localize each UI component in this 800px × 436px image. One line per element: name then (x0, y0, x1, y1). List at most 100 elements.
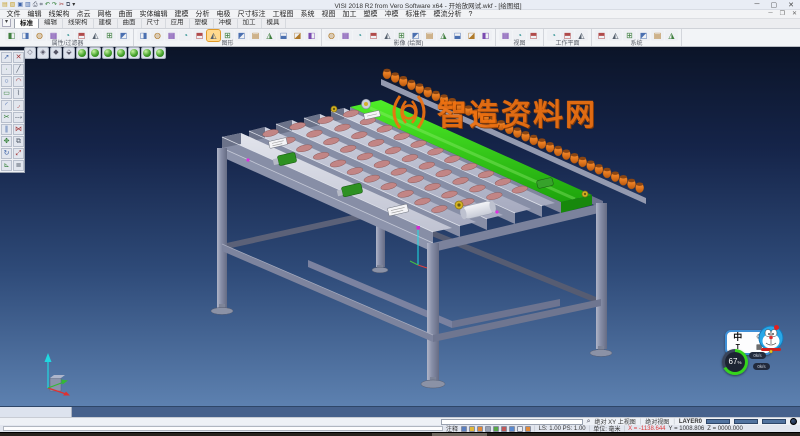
extend-tool-icon[interactable]: ⤏ (13, 112, 24, 123)
tab-标准[interactable]: 标准 (14, 18, 39, 28)
wireframe-mode-icon[interactable]: ◍ (325, 30, 338, 41)
rotate-tool-icon[interactable]: ↻ (1, 148, 12, 159)
regen-icon[interactable]: ◍ (151, 30, 164, 41)
tab-尺寸[interactable]: 尺寸 (142, 18, 166, 28)
workplane-3points-icon[interactable]: ◭ (575, 30, 588, 41)
shaded-edge-view-icon[interactable]: ⬙ (63, 47, 75, 59)
redraw-icon[interactable]: ◨ (137, 30, 150, 41)
new-file-icon[interactable]: ▤ (2, 1, 8, 9)
mirror-tool-icon[interactable]: ⋈ (13, 124, 24, 135)
point-tool-icon[interactable]: · (1, 64, 12, 75)
select-tool-icon[interactable]: ➚ (1, 52, 12, 63)
lineweight-icon[interactable] (517, 426, 523, 432)
shaded-mode-icon[interactable]: ◔ (353, 30, 366, 41)
top-view-icon[interactable] (141, 47, 153, 59)
line-tool-icon[interactable]: ╱ (13, 64, 24, 75)
snap-setting-icon[interactable] (461, 426, 467, 432)
polyline-tool-icon[interactable]: ⌇ (13, 88, 24, 99)
rect-tool-icon[interactable]: ▭ (1, 88, 12, 99)
color-filter-icon[interactable]: ◍ (33, 30, 46, 41)
previous-view-icon[interactable]: ▤ (249, 30, 262, 41)
filter-off-icon[interactable]: ◩ (117, 30, 130, 41)
nav-ball-icon[interactable] (790, 418, 797, 425)
right-view-icon[interactable] (128, 47, 140, 59)
saved-views-icon[interactable]: ◔ (513, 30, 526, 41)
tab-加工[interactable]: 加工 (238, 18, 262, 28)
attribute-paint-icon[interactable]: ◧ (5, 30, 18, 41)
bottom-view-icon[interactable] (154, 47, 166, 59)
viewport-3d[interactable]: ◇◈◆⬙ ➚✕·╱○◠▭⌇◜◞✂⤏∥⋈✥⧉↻⤢⊾≣ 智造资料网 中 ☾ T ▦ (0, 47, 800, 406)
menu-item-加工[interactable]: 加工 (339, 10, 360, 19)
close-button[interactable]: ✕ (788, 1, 794, 9)
tab-编辑[interactable]: 编辑 (39, 18, 63, 28)
copy-tool-icon[interactable]: ⧉ (13, 136, 24, 147)
offset-tool-icon[interactable]: ∥ (1, 124, 12, 135)
command-input[interactable] (3, 426, 443, 431)
tab-应用[interactable]: 应用 (166, 18, 190, 28)
osnap-setting-icon[interactable] (493, 426, 499, 432)
wireframe-view-icon[interactable]: ◇ (24, 47, 36, 59)
save-all-icon[interactable]: ▥ (25, 1, 31, 9)
customize-qat-icon[interactable]: ▾ (72, 1, 75, 9)
print-image-icon[interactable]: ◧ (479, 30, 492, 41)
menu-item-视图[interactable]: 视图 (318, 10, 339, 19)
taskbar-strip[interactable] (0, 432, 800, 436)
clip-plane-icon[interactable]: ◧ (305, 30, 318, 41)
plugin-manager-icon[interactable]: ⊞ (623, 30, 636, 41)
measure-tool-icon[interactable]: ⊾ (1, 160, 12, 171)
layer-color-swatch[interactable] (734, 419, 758, 424)
snapshot-icon[interactable]: ◪ (465, 30, 478, 41)
search-icon[interactable]: ⌕ (587, 418, 591, 425)
layer-color-swatch[interactable] (706, 419, 730, 424)
tab-建模[interactable]: 建模 (94, 18, 118, 28)
conveyor-table-3d-model[interactable] (0, 47, 800, 406)
fillet-tool-icon[interactable]: ◜ (1, 100, 12, 111)
show-all-icon[interactable]: ⬓ (277, 30, 290, 41)
arc-filter-icon[interactable]: ⬒ (75, 30, 88, 41)
print-icon[interactable]: ⎙ (33, 1, 38, 9)
menu-item-文件[interactable]: 文件 (3, 10, 24, 19)
move-tool-icon[interactable]: ✥ (1, 136, 12, 147)
doc-minimize-button[interactable]: ─ (768, 10, 772, 17)
hidden-view-icon[interactable]: ◈ (37, 47, 49, 59)
shadow-icon[interactable]: ⬓ (451, 30, 464, 41)
shaded-view-icon[interactable]: ◆ (50, 47, 62, 59)
active-layer-label[interactable]: LAYER0 (679, 419, 702, 425)
rotate-view-icon[interactable]: ◩ (235, 30, 248, 41)
menu-item-工程图[interactable]: 工程图 (269, 10, 297, 19)
line-filter-icon[interactable]: ◔ (61, 30, 74, 41)
info-panel-icon[interactable]: ◮ (665, 30, 678, 41)
tab-塑模[interactable]: 塑模 (190, 18, 214, 28)
doc-restore-button[interactable]: ❐ (780, 10, 785, 17)
menu-item-系统[interactable]: 系统 (297, 10, 318, 19)
iso-view-icon[interactable] (76, 47, 88, 59)
quick-props-icon[interactable] (525, 426, 531, 432)
menu-item-编辑[interactable]: 编辑 (24, 10, 45, 19)
ime-language-label[interactable]: 中 (733, 333, 742, 342)
menu-item-?[interactable]: ? (465, 10, 476, 19)
attribute-match-icon[interactable]: ◨ (19, 30, 32, 41)
workplane-entity-icon[interactable]: ⬒ (561, 30, 574, 41)
zoom-fit-icon[interactable]: ◔ (179, 30, 192, 41)
circle-tool-icon[interactable]: ○ (1, 76, 12, 87)
copy-icon[interactable]: ⧉ (66, 1, 70, 9)
layer-filter-icon[interactable]: ▦ (47, 30, 60, 41)
solid-filter-icon[interactable]: ⊞ (103, 30, 116, 41)
undo-icon[interactable]: ↶ (45, 1, 50, 9)
hide-entity-icon[interactable]: ◮ (263, 30, 276, 41)
maximize-button[interactable]: ▢ (771, 1, 778, 9)
save-file-icon[interactable]: ▣ (17, 1, 23, 9)
cut-icon[interactable]: ✂ (59, 1, 64, 9)
view-cube-icon[interactable]: ⬒ (527, 30, 540, 41)
pan-icon[interactable]: ⊞ (221, 30, 234, 41)
workplane-standard-icon[interactable]: ◔ (547, 30, 560, 41)
menu-item-尺寸标注[interactable]: 尺寸标注 (234, 10, 269, 19)
menu-item-点云[interactable]: 点云 (73, 10, 94, 19)
zoom-in-icon[interactable]: ⬒ (193, 30, 206, 41)
profile-manager-icon[interactable]: ⬒ (595, 30, 608, 41)
tab-冲模[interactable]: 冲模 (214, 18, 238, 28)
trim-tool-icon[interactable]: ✂ (1, 112, 12, 123)
chamfer-tool-icon[interactable]: ◞ (13, 100, 24, 111)
material-icon[interactable]: ▤ (423, 30, 436, 41)
grid-setting-icon[interactable] (469, 426, 475, 432)
